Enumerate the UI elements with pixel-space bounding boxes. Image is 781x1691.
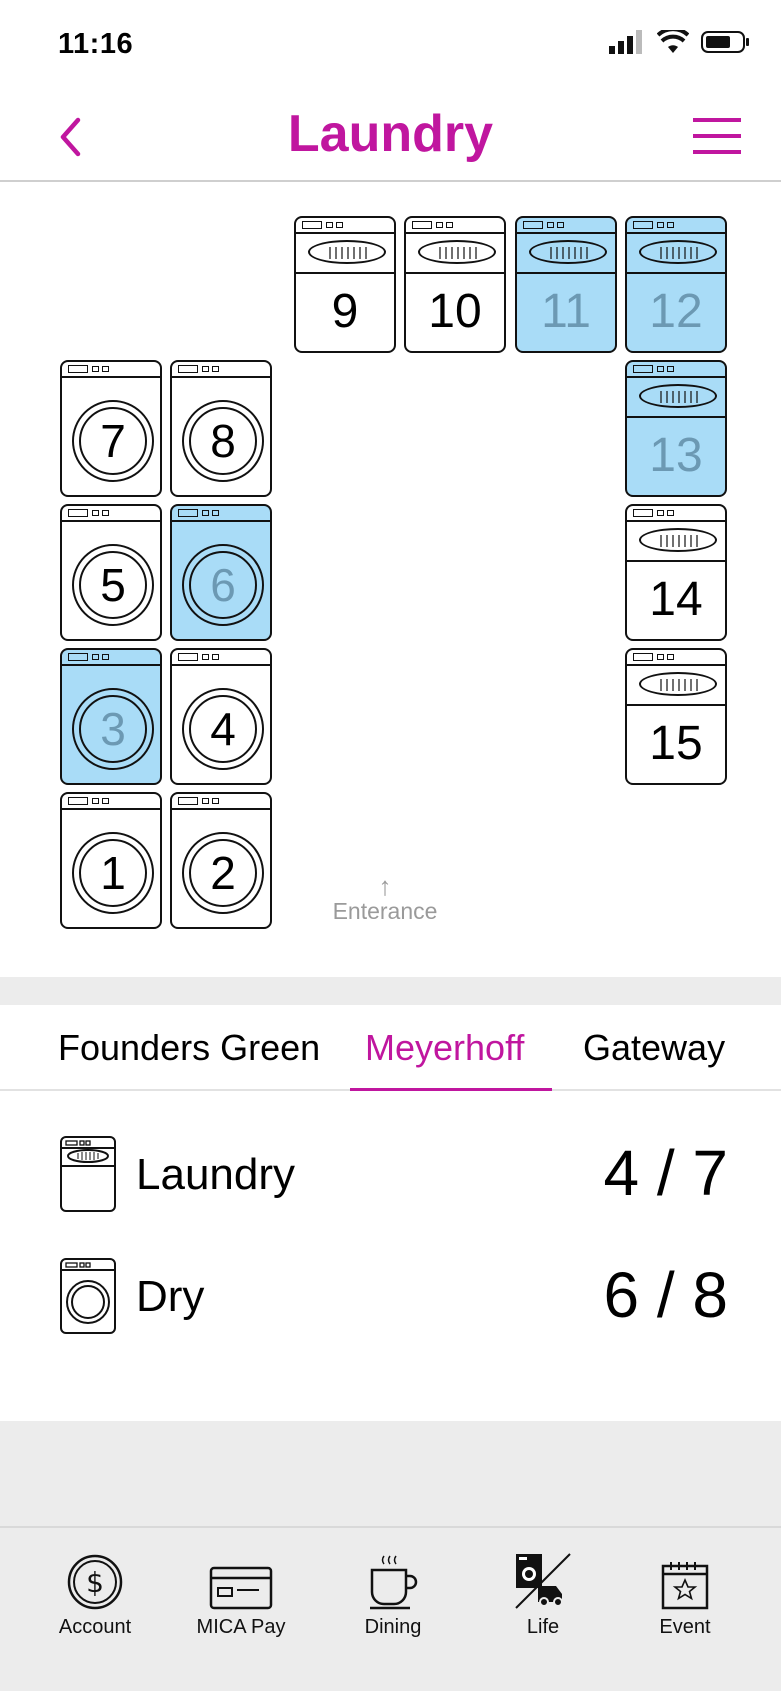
washer-13[interactable]: 13 [625, 360, 727, 497]
dryer-drum-icon: 2 [182, 832, 264, 914]
dryer-drum-icon: 6 [182, 544, 264, 626]
building-tabs: Founders Green Meyerhoff Gateway [0, 1005, 781, 1092]
coffee-cup-icon [370, 1555, 418, 1610]
dryer-drum-icon: 4 [182, 688, 264, 770]
wifi-icon [657, 30, 689, 53]
washer-11[interactable]: 11 [515, 216, 617, 353]
nav-mica-pay[interactable]: MICA Pay [176, 1552, 306, 1639]
washer-lid-icon [529, 240, 607, 264]
dry-label: Dry [136, 1272, 205, 1321]
app-header: Laundry [0, 90, 781, 182]
dryer-drum-icon: 5 [72, 544, 154, 626]
washer-number: 11 [541, 285, 591, 338]
nav-dining-label: Dining [364, 1616, 422, 1638]
dryer-drum-icon: 1 [72, 832, 154, 914]
dryer-drum-icon: 8 [182, 400, 264, 482]
status-icons [609, 30, 751, 54]
washer-lid-icon [308, 240, 386, 264]
dryer-number: 4 [189, 695, 257, 763]
laundry-label: Laundry [136, 1150, 296, 1199]
washer-14[interactable]: 14 [625, 504, 727, 641]
nav-event[interactable]: Event [620, 1552, 750, 1639]
nav-event-label: Event [659, 1616, 711, 1638]
calendar-star-icon [661, 1562, 709, 1610]
status-bar: 11:16 [0, 0, 781, 90]
washer-lid-icon [639, 528, 717, 552]
washer-lid-icon [639, 672, 717, 696]
tab-gateway[interactable]: Gateway [583, 1027, 725, 1069]
svg-text:$: $ [86, 1566, 104, 1599]
dryer-number: 7 [79, 407, 147, 475]
dryer-1[interactable]: 1 [60, 792, 162, 929]
dryer-2[interactable]: 2 [170, 792, 272, 929]
signal-icon [609, 30, 642, 54]
nav-mica-pay-label: MICA Pay [196, 1616, 286, 1638]
status-time: 11:16 [58, 28, 134, 60]
laundry-truck-icon [515, 1553, 571, 1609]
dryer-number: 3 [79, 695, 147, 763]
laundry-room-map: 9 10 11 12 13 14 15 7 8 5 6 3 4 1 2 ↑ Enterance [0, 184, 781, 976]
menu-button[interactable] [691, 114, 743, 158]
availability-summary: Laundry 4 / 7 Dry 6 / 8 [0, 1091, 781, 1421]
dryer-3[interactable]: 3 [60, 648, 162, 785]
page-title: Laundry [287, 105, 494, 163]
washer-lid-icon [639, 384, 717, 408]
hamburger-menu-icon [693, 118, 741, 154]
credit-card-icon [209, 1566, 273, 1610]
washer-icon [60, 1136, 116, 1212]
dryer-drum-icon: 7 [72, 400, 154, 482]
nav-account[interactable]: $ Account [30, 1552, 160, 1639]
laundry-summary-row: Laundry 4 / 7 [58, 1136, 728, 1216]
washer-number: 9 [331, 285, 359, 338]
dryer-number: 6 [189, 551, 257, 619]
tab-meyerhoff[interactable]: Meyerhoff [365, 1027, 524, 1069]
nav-life[interactable]: Life [478, 1552, 608, 1639]
nav-account-label: Account [58, 1616, 132, 1638]
dry-summary-row: Dry 6 / 8 [58, 1258, 728, 1338]
nav-dining[interactable]: Dining [328, 1552, 458, 1639]
nav-life-label: Life [526, 1616, 560, 1638]
washer-10[interactable]: 10 [404, 216, 506, 353]
washer-number: 14 [649, 573, 703, 626]
dryer-5[interactable]: 5 [60, 504, 162, 641]
dryer-8[interactable]: 8 [170, 360, 272, 497]
dryer-number: 2 [189, 839, 257, 907]
battery-icon [701, 31, 749, 53]
laundry-count: 4 / 7 [603, 1137, 728, 1209]
dollar-coin-icon: $ [67, 1554, 123, 1610]
washer-12[interactable]: 12 [625, 216, 727, 353]
dryer-7[interactable]: 7 [60, 360, 162, 497]
washer-number: 10 [428, 285, 482, 338]
bottom-navigation: $ Account MICA Pay Dining Life Event [0, 1526, 781, 1691]
dryer-drum-icon: 3 [72, 688, 154, 770]
dryer-icon [60, 1258, 116, 1334]
spacer-area [0, 1421, 781, 1526]
entrance-marker: ↑ Enterance [320, 871, 450, 925]
dry-count: 6 / 8 [603, 1259, 728, 1331]
dryer-number: 8 [189, 407, 257, 475]
section-divider [0, 977, 781, 1005]
dryer-6[interactable]: 6 [170, 504, 272, 641]
dryer-4[interactable]: 4 [170, 648, 272, 785]
washer-number: 12 [649, 285, 703, 338]
entrance-label: Enterance [332, 898, 438, 924]
tab-founders-green[interactable]: Founders Green [58, 1027, 320, 1069]
washer-9[interactable]: 9 [294, 216, 396, 353]
washer-lid-icon [418, 240, 496, 264]
dryer-number: 1 [79, 839, 147, 907]
arrow-up-icon: ↑ [378, 871, 392, 901]
washer-number: 13 [649, 429, 703, 482]
washer-15[interactable]: 15 [625, 648, 727, 785]
washer-number: 15 [649, 717, 703, 770]
dryer-number: 5 [79, 551, 147, 619]
washer-lid-icon [639, 240, 717, 264]
